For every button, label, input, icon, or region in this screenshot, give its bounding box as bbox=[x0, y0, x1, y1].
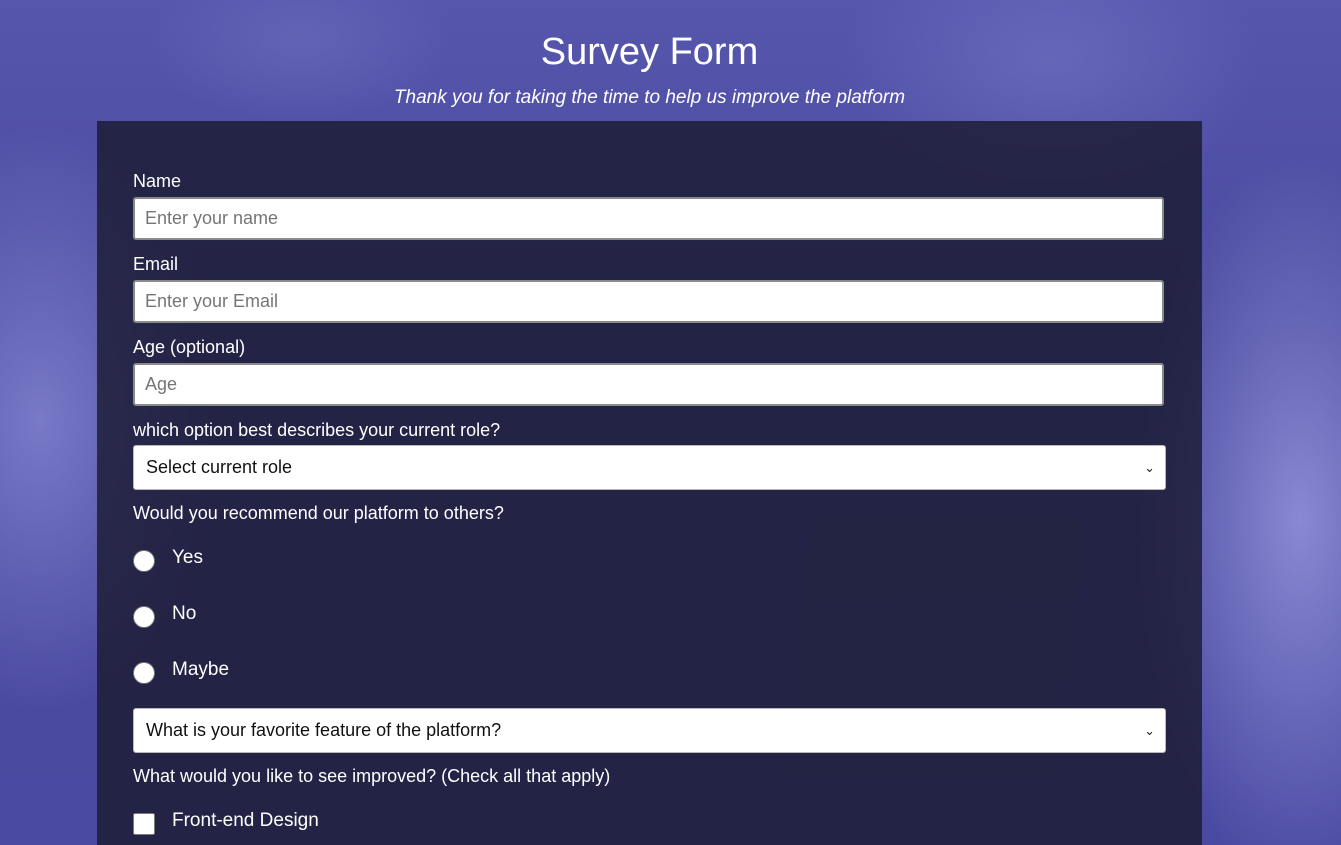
role-select[interactable]: Select current role ⌄ bbox=[133, 445, 1166, 490]
radio-button[interactable] bbox=[133, 606, 155, 628]
radio-label: No bbox=[172, 603, 197, 624]
chevron-down-icon: ⌄ bbox=[1144, 460, 1155, 475]
radio-label: Maybe bbox=[172, 659, 230, 680]
radio-button[interactable] bbox=[133, 662, 155, 684]
improve-label: What would you like to see improved? (Ch… bbox=[133, 766, 611, 786]
favorite-feature-select[interactable]: What is your favorite feature of the pla… bbox=[133, 708, 1166, 753]
recommend-label: Would you recommend our platform to othe… bbox=[133, 503, 504, 523]
age-label: Age (optional) bbox=[133, 337, 246, 357]
name-label: Name bbox=[133, 171, 182, 191]
page-title: Survey Form bbox=[540, 31, 759, 73]
age-input[interactable] bbox=[133, 363, 1164, 406]
radio-label: Yes bbox=[172, 547, 203, 568]
chevron-down-icon: ⌄ bbox=[1144, 723, 1155, 738]
checkbox[interactable] bbox=[133, 813, 155, 835]
checkbox-label: Front-end Design bbox=[172, 810, 319, 831]
page-description: Thank you for taking the time to help us… bbox=[393, 87, 906, 108]
email-input[interactable] bbox=[133, 280, 1164, 323]
radio-button[interactable] bbox=[133, 550, 155, 572]
role-select-value: Select current role bbox=[146, 457, 293, 477]
survey-form: Name Email Age (optional) which option b… bbox=[97, 121, 1202, 845]
email-label: Email bbox=[133, 254, 179, 274]
role-label: which option best describes your current… bbox=[133, 420, 501, 440]
name-input[interactable] bbox=[133, 197, 1164, 240]
favorite-feature-value: What is your favorite feature of the pla… bbox=[146, 720, 502, 740]
